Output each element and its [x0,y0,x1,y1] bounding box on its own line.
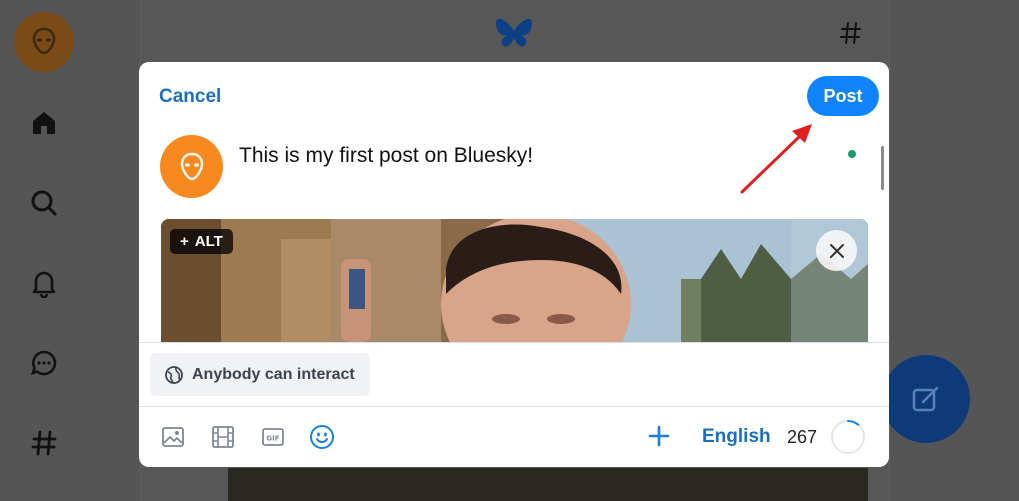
butterfly-logo-icon[interactable] [494,16,534,52]
cancel-button[interactable]: Cancel [159,86,221,108]
feed-image [228,468,868,501]
divider [139,342,889,343]
image-icon[interactable] [160,424,186,450]
bell-icon[interactable] [26,265,62,301]
plus-icon [648,425,670,447]
scrollbar[interactable] [881,146,884,190]
alien-icon [32,27,56,55]
interaction-label: Anybody can interact [192,365,355,383]
profile-avatar[interactable] [14,12,74,72]
gif-preview-image [161,219,868,342]
video-icon[interactable] [210,424,236,450]
compose-button[interactable] [882,355,970,443]
divider [139,406,889,407]
interaction-settings-button[interactable]: Anybody can interact [150,353,370,396]
hashtag-icon[interactable] [26,425,62,461]
search-icon[interactable] [26,185,62,221]
character-progress-ring [831,420,865,454]
post-text-input[interactable]: This is my first post on Bluesky! [239,144,533,168]
alt-label: ALT [194,233,223,250]
globe-icon [165,365,183,384]
attached-image: + ALT [161,219,868,342]
remove-image-button[interactable] [816,230,857,271]
alien-icon [180,152,203,180]
home-icon[interactable] [26,105,62,141]
post-button[interactable]: Post [807,76,879,116]
svg-text:GIF: GIF [266,435,279,443]
chat-icon[interactable] [26,345,62,381]
alt-text-button[interactable]: + ALT [170,229,233,254]
plus-icon: + [180,233,189,250]
status-dot [848,150,856,158]
emoji-icon[interactable] [309,424,335,450]
language-selector[interactable]: English [702,426,771,448]
close-icon [829,243,844,258]
composer-dialog: Cancel Post This is my first post on Blu… [139,62,889,467]
character-count: 267 [787,427,818,447]
compose-icon [912,386,939,412]
avatar [160,135,223,198]
feeds-hashtag-icon[interactable] [838,20,864,46]
add-thread-button[interactable] [645,422,673,450]
sidebar [0,0,140,501]
gif-icon[interactable]: GIF [260,424,286,450]
